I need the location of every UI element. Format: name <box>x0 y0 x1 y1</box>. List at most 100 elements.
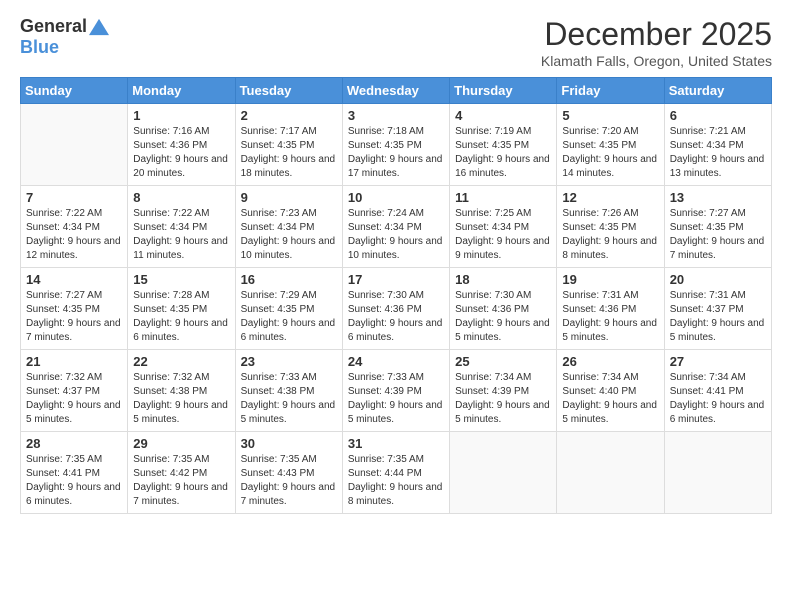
day-info: Sunrise: 7:18 AMSunset: 4:35 PMDaylight:… <box>348 125 444 181</box>
day-number: 30 <box>241 436 337 451</box>
month-title: December 2025 <box>541 16 772 53</box>
logo-blue: Blue <box>20 37 59 58</box>
logo: General Blue <box>20 16 109 58</box>
day-info: Sunrise: 7:27 AMSunset: 4:35 PMDaylight:… <box>26 289 122 345</box>
day-info: Sunrise: 7:35 AMSunset: 4:41 PMDaylight:… <box>26 453 122 509</box>
week-row-2: 14 Sunrise: 7:27 AMSunset: 4:35 PMDaylig… <box>21 268 772 350</box>
day-cell: 21 Sunrise: 7:32 AMSunset: 4:37 PMDaylig… <box>21 350 128 432</box>
col-sunday: Sunday <box>21 78 128 104</box>
day-info: Sunrise: 7:33 AMSunset: 4:38 PMDaylight:… <box>241 371 337 427</box>
day-cell: 6 Sunrise: 7:21 AMSunset: 4:34 PMDayligh… <box>664 104 771 186</box>
day-number: 19 <box>562 272 658 287</box>
day-info: Sunrise: 7:31 AMSunset: 4:37 PMDaylight:… <box>670 289 766 345</box>
day-cell: 25 Sunrise: 7:34 AMSunset: 4:39 PMDaylig… <box>450 350 557 432</box>
day-cell: 27 Sunrise: 7:34 AMSunset: 4:41 PMDaylig… <box>664 350 771 432</box>
logo-general: General <box>20 16 87 37</box>
calendar-table: Sunday Monday Tuesday Wednesday Thursday… <box>20 77 772 514</box>
day-info: Sunrise: 7:31 AMSunset: 4:36 PMDaylight:… <box>562 289 658 345</box>
day-cell: 20 Sunrise: 7:31 AMSunset: 4:37 PMDaylig… <box>664 268 771 350</box>
day-cell: 9 Sunrise: 7:23 AMSunset: 4:34 PMDayligh… <box>235 186 342 268</box>
location: Klamath Falls, Oregon, United States <box>541 53 772 69</box>
day-info: Sunrise: 7:34 AMSunset: 4:41 PMDaylight:… <box>670 371 766 427</box>
day-info: Sunrise: 7:33 AMSunset: 4:39 PMDaylight:… <box>348 371 444 427</box>
day-cell: 29 Sunrise: 7:35 AMSunset: 4:42 PMDaylig… <box>128 432 235 514</box>
day-number: 1 <box>133 108 229 123</box>
day-cell: 1 Sunrise: 7:16 AMSunset: 4:36 PMDayligh… <box>128 104 235 186</box>
day-number: 3 <box>348 108 444 123</box>
day-number: 16 <box>241 272 337 287</box>
day-info: Sunrise: 7:17 AMSunset: 4:35 PMDaylight:… <box>241 125 337 181</box>
day-info: Sunrise: 7:16 AMSunset: 4:36 PMDaylight:… <box>133 125 229 181</box>
day-info: Sunrise: 7:29 AMSunset: 4:35 PMDaylight:… <box>241 289 337 345</box>
day-info: Sunrise: 7:22 AMSunset: 4:34 PMDaylight:… <box>26 207 122 263</box>
col-monday: Monday <box>128 78 235 104</box>
day-cell: 4 Sunrise: 7:19 AMSunset: 4:35 PMDayligh… <box>450 104 557 186</box>
day-number: 15 <box>133 272 229 287</box>
week-row-1: 7 Sunrise: 7:22 AMSunset: 4:34 PMDayligh… <box>21 186 772 268</box>
day-number: 21 <box>26 354 122 369</box>
day-number: 25 <box>455 354 551 369</box>
day-info: Sunrise: 7:32 AMSunset: 4:38 PMDaylight:… <box>133 371 229 427</box>
day-cell: 24 Sunrise: 7:33 AMSunset: 4:39 PMDaylig… <box>342 350 449 432</box>
day-cell: 5 Sunrise: 7:20 AMSunset: 4:35 PMDayligh… <box>557 104 664 186</box>
day-number: 24 <box>348 354 444 369</box>
day-cell <box>664 432 771 514</box>
day-number: 22 <box>133 354 229 369</box>
day-number: 26 <box>562 354 658 369</box>
day-number: 13 <box>670 190 766 205</box>
day-number: 20 <box>670 272 766 287</box>
day-info: Sunrise: 7:22 AMSunset: 4:34 PMDaylight:… <box>133 207 229 263</box>
week-row-4: 28 Sunrise: 7:35 AMSunset: 4:41 PMDaylig… <box>21 432 772 514</box>
day-number: 23 <box>241 354 337 369</box>
day-cell <box>21 104 128 186</box>
day-info: Sunrise: 7:24 AMSunset: 4:34 PMDaylight:… <box>348 207 444 263</box>
day-info: Sunrise: 7:20 AMSunset: 4:35 PMDaylight:… <box>562 125 658 181</box>
day-cell: 26 Sunrise: 7:34 AMSunset: 4:40 PMDaylig… <box>557 350 664 432</box>
day-cell: 8 Sunrise: 7:22 AMSunset: 4:34 PMDayligh… <box>128 186 235 268</box>
day-info: Sunrise: 7:26 AMSunset: 4:35 PMDaylight:… <box>562 207 658 263</box>
col-tuesday: Tuesday <box>235 78 342 104</box>
col-thursday: Thursday <box>450 78 557 104</box>
day-number: 18 <box>455 272 551 287</box>
day-number: 10 <box>348 190 444 205</box>
day-cell: 18 Sunrise: 7:30 AMSunset: 4:36 PMDaylig… <box>450 268 557 350</box>
day-info: Sunrise: 7:30 AMSunset: 4:36 PMDaylight:… <box>455 289 551 345</box>
day-info: Sunrise: 7:19 AMSunset: 4:35 PMDaylight:… <box>455 125 551 181</box>
week-row-0: 1 Sunrise: 7:16 AMSunset: 4:36 PMDayligh… <box>21 104 772 186</box>
day-info: Sunrise: 7:34 AMSunset: 4:39 PMDaylight:… <box>455 371 551 427</box>
day-cell: 12 Sunrise: 7:26 AMSunset: 4:35 PMDaylig… <box>557 186 664 268</box>
day-cell: 31 Sunrise: 7:35 AMSunset: 4:44 PMDaylig… <box>342 432 449 514</box>
day-cell: 3 Sunrise: 7:18 AMSunset: 4:35 PMDayligh… <box>342 104 449 186</box>
day-info: Sunrise: 7:30 AMSunset: 4:36 PMDaylight:… <box>348 289 444 345</box>
header: General Blue December 2025 Klamath Falls… <box>20 16 772 69</box>
day-cell: 19 Sunrise: 7:31 AMSunset: 4:36 PMDaylig… <box>557 268 664 350</box>
day-info: Sunrise: 7:27 AMSunset: 4:35 PMDaylight:… <box>670 207 766 263</box>
day-number: 28 <box>26 436 122 451</box>
day-cell: 11 Sunrise: 7:25 AMSunset: 4:34 PMDaylig… <box>450 186 557 268</box>
day-cell: 7 Sunrise: 7:22 AMSunset: 4:34 PMDayligh… <box>21 186 128 268</box>
day-cell <box>450 432 557 514</box>
day-info: Sunrise: 7:23 AMSunset: 4:34 PMDaylight:… <box>241 207 337 263</box>
day-info: Sunrise: 7:35 AMSunset: 4:43 PMDaylight:… <box>241 453 337 509</box>
day-cell: 23 Sunrise: 7:33 AMSunset: 4:38 PMDaylig… <box>235 350 342 432</box>
day-cell: 30 Sunrise: 7:35 AMSunset: 4:43 PMDaylig… <box>235 432 342 514</box>
day-info: Sunrise: 7:32 AMSunset: 4:37 PMDaylight:… <box>26 371 122 427</box>
day-info: Sunrise: 7:21 AMSunset: 4:34 PMDaylight:… <box>670 125 766 181</box>
day-cell <box>557 432 664 514</box>
day-info: Sunrise: 7:35 AMSunset: 4:44 PMDaylight:… <box>348 453 444 509</box>
day-cell: 2 Sunrise: 7:17 AMSunset: 4:35 PMDayligh… <box>235 104 342 186</box>
day-info: Sunrise: 7:28 AMSunset: 4:35 PMDaylight:… <box>133 289 229 345</box>
day-number: 4 <box>455 108 551 123</box>
day-number: 9 <box>241 190 337 205</box>
day-cell: 22 Sunrise: 7:32 AMSunset: 4:38 PMDaylig… <box>128 350 235 432</box>
day-info: Sunrise: 7:34 AMSunset: 4:40 PMDaylight:… <box>562 371 658 427</box>
day-number: 29 <box>133 436 229 451</box>
col-wednesday: Wednesday <box>342 78 449 104</box>
header-row: Sunday Monday Tuesday Wednesday Thursday… <box>21 78 772 104</box>
day-number: 17 <box>348 272 444 287</box>
day-cell: 10 Sunrise: 7:24 AMSunset: 4:34 PMDaylig… <box>342 186 449 268</box>
day-number: 8 <box>133 190 229 205</box>
day-number: 5 <box>562 108 658 123</box>
day-cell: 14 Sunrise: 7:27 AMSunset: 4:35 PMDaylig… <box>21 268 128 350</box>
day-info: Sunrise: 7:25 AMSunset: 4:34 PMDaylight:… <box>455 207 551 263</box>
